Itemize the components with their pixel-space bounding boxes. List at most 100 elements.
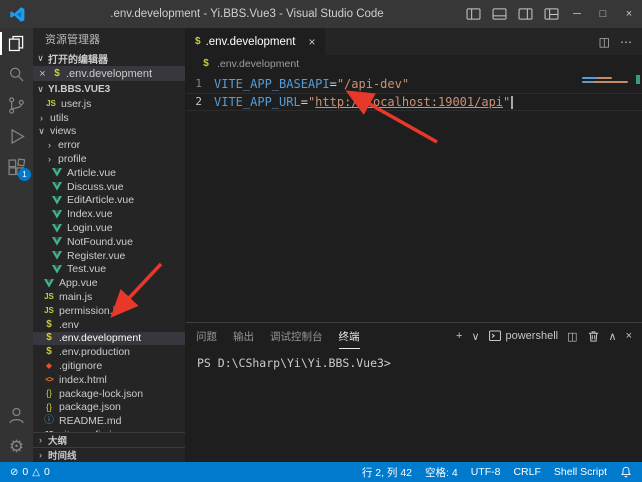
file-label: Article.vue <box>67 167 116 179</box>
tab-problems[interactable]: 问题 <box>196 323 217 349</box>
code-editor[interactable]: 1VITE_APP_BASEAPI="/api-dev" 2VITE_APP_U… <box>186 73 642 322</box>
token-quote: " <box>308 93 315 111</box>
maximize-panel-icon[interactable]: ∧ <box>609 330 617 343</box>
indentation[interactable]: 空格: 4 <box>425 465 458 480</box>
file-tree-item[interactable]: <>index.html <box>33 373 185 387</box>
file-tree-item[interactable]: App.vue <box>33 276 185 290</box>
file-tree-item[interactable]: Test.vue <box>33 263 185 277</box>
extensions-icon[interactable]: 1 <box>0 152 33 183</box>
split-editor-icon[interactable]: ◫ <box>599 35 610 49</box>
customize-layout-icon[interactable] <box>538 0 564 28</box>
file-tree-item[interactable]: ⓘREADME.md <box>33 414 185 428</box>
warning-count: 0 <box>44 466 50 478</box>
git-icon: ◆ <box>43 362 55 370</box>
json-icon: {} <box>43 403 55 412</box>
search-icon[interactable] <box>0 59 33 90</box>
toggle-panel-icon[interactable] <box>486 0 512 28</box>
minimap[interactable] <box>582 77 628 83</box>
file-tree-item[interactable]: JSuser.js <box>33 97 185 111</box>
folder-item[interactable]: ∨views <box>33 125 185 139</box>
notifications-bell-icon[interactable] <box>620 466 632 478</box>
account-icon[interactable] <box>0 400 33 431</box>
main-area: 1 ⚙ 资源管理器 ∨ 打开的编辑器 × $ .env.development … <box>0 28 642 462</box>
file-label: Login.vue <box>67 222 113 234</box>
language-mode[interactable]: Shell Script <box>554 466 607 478</box>
close-icon[interactable]: × <box>309 35 316 49</box>
file-tree-item[interactable]: {}package.json <box>33 401 185 415</box>
chevron-right-icon: › <box>37 113 46 123</box>
bottom-panel: 问题 输出 调试控制台 终端 + ∨ powershell ◫ ∧ <box>186 322 642 462</box>
file-tree: JSuser.js ›utils ∨views ›error ›profile … <box>33 97 185 432</box>
more-actions-icon[interactable]: ⋯ <box>620 35 632 49</box>
settings-gear-icon[interactable]: ⚙ <box>0 431 33 462</box>
tab-output[interactable]: 输出 <box>233 323 254 349</box>
vue-icon <box>51 251 63 260</box>
minimize-button[interactable]: ─ <box>564 0 590 28</box>
breadcrumb[interactable]: $ .env.development <box>186 55 642 73</box>
tab-debug-console[interactable]: 调试控制台 <box>270 323 323 349</box>
shell-file-icon: $ <box>43 320 55 330</box>
file-tree-item[interactable]: Login.vue <box>33 221 185 235</box>
explorer-icon[interactable] <box>0 28 33 59</box>
run-debug-icon[interactable] <box>0 121 33 152</box>
folder-item[interactable]: ›error <box>33 138 185 152</box>
overview-ruler-mark <box>636 75 640 84</box>
open-editor-item[interactable]: × $ .env.development <box>33 66 185 81</box>
outline-header[interactable]: › 大纲 <box>33 432 185 447</box>
shell-file-icon: $ <box>200 59 212 69</box>
shell-file-icon: $ <box>43 333 55 343</box>
file-tree-item[interactable]: {}package-lock.json <box>33 387 185 401</box>
toggle-sidebar-icon[interactable] <box>460 0 486 28</box>
chevron-down-icon: ∨ <box>35 84 46 95</box>
toggle-secondary-sidebar-icon[interactable] <box>512 0 538 28</box>
file-tree-item[interactable]: NotFound.vue <box>33 235 185 249</box>
file-tree-item[interactable]: JSmain.js <box>33 290 185 304</box>
folder-item[interactable]: ›utils <box>33 111 185 125</box>
maximize-button[interactable]: □ <box>590 0 616 28</box>
file-label: Register.vue <box>67 250 125 262</box>
info-icon: ⓘ <box>43 416 55 426</box>
chevron-down-icon[interactable]: ∨ <box>471 330 479 343</box>
file-tree-item[interactable]: Register.vue <box>33 249 185 263</box>
file-label: Index.vue <box>67 208 113 220</box>
project-header[interactable]: ∨ YI.BBS.VUE3 <box>33 81 185 97</box>
cursor-position[interactable]: 行 2, 列 42 <box>362 465 412 480</box>
token-variable: VITE_APP_URL <box>214 93 301 111</box>
file-tree-item[interactable]: ◆.gitignore <box>33 359 185 373</box>
code-line-current: 2VITE_APP_URL="http://localhost:19001/ap… <box>186 93 642 111</box>
encoding[interactable]: UTF-8 <box>471 466 501 478</box>
token-quote: " <box>503 93 510 111</box>
vue-icon <box>51 265 63 274</box>
split-terminal-icon[interactable]: ◫ <box>567 330 577 343</box>
file-tree-item[interactable]: $.env.production <box>33 345 185 359</box>
eol[interactable]: CRLF <box>513 466 540 478</box>
file-tree-item[interactable]: Article.vue <box>33 166 185 180</box>
terminal-output[interactable]: PS D:\CSharp\Yi\Yi.BBS.Vue3> <box>186 349 642 462</box>
js-icon: JS <box>45 100 57 108</box>
close-icon[interactable]: × <box>37 68 48 80</box>
shell-file-icon: $ <box>51 69 63 79</box>
editor-tab-active[interactable]: $ .env.development × <box>186 28 325 55</box>
new-terminal-icon[interactable]: + <box>456 330 462 342</box>
close-panel-icon[interactable]: × <box>626 330 632 342</box>
chevron-down-icon: ∨ <box>37 126 46 137</box>
folder-item[interactable]: ›profile <box>33 152 185 166</box>
terminal-prompt: PS D:\CSharp\Yi\Yi.BBS.Vue3> <box>197 356 391 370</box>
file-tree-item[interactable]: Discuss.vue <box>33 180 185 194</box>
problems-status[interactable]: ⊘ 0 △ 0 <box>10 466 50 478</box>
terminal-picker[interactable]: powershell <box>489 330 559 342</box>
project-label: YI.BBS.VUE3 <box>48 84 110 95</box>
file-tree-item[interactable]: EditArticle.vue <box>33 194 185 208</box>
chevron-down-icon: ∨ <box>35 53 46 64</box>
tab-terminal[interactable]: 终端 <box>339 323 360 349</box>
url-link[interactable]: http://localhost:19001/api <box>315 93 503 111</box>
file-tree-item[interactable]: $.env <box>33 318 185 332</box>
file-tree-item[interactable]: JSpermission.js <box>33 304 185 318</box>
trash-icon[interactable] <box>587 330 600 343</box>
file-tree-item[interactable]: Index.vue <box>33 207 185 221</box>
close-button[interactable]: × <box>616 0 642 28</box>
file-tree-item-selected[interactable]: $.env.development <box>33 332 185 346</box>
open-editors-header[interactable]: ∨ 打开的编辑器 <box>33 50 185 66</box>
timeline-header[interactable]: › 时间线 <box>33 447 185 462</box>
source-control-icon[interactable] <box>0 90 33 121</box>
